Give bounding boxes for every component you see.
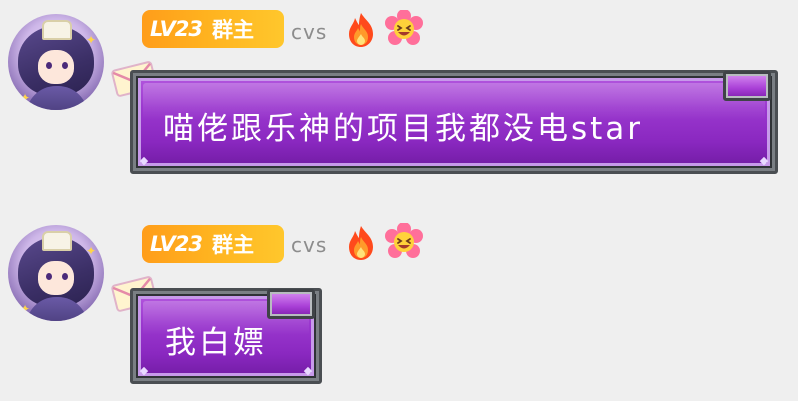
avatar-eye: [62, 273, 68, 280]
level-label: LV23: [150, 17, 203, 41]
avatar-eye: [62, 62, 68, 69]
chat-message: ✦ ✦ LV23 群主 cvs ◆ ◆ 我白嫖: [0, 195, 798, 401]
bubble-gem-decoration: [723, 71, 771, 101]
star-icon: ✦: [20, 91, 31, 105]
star-icon: ✦: [86, 244, 97, 258]
avatar[interactable]: ✦ ✦: [8, 225, 104, 321]
avatar-crown: [42, 20, 72, 40]
avatar-face: [38, 261, 74, 295]
chat-message: ✦ ✦ LV23 群主 cvs ◆ ◆ 喵佬跟乐神的项目我都没电star: [0, 0, 798, 190]
message-text: 我白嫖: [165, 325, 267, 361]
corner-diamond-icon: ◆: [139, 364, 149, 377]
avatar-eye: [46, 273, 52, 280]
avatar-face: [38, 50, 74, 84]
role-label: 群主: [211, 18, 254, 42]
message-text: 喵佬跟乐神的项目我都没电star: [163, 111, 644, 147]
bubble-gem-decoration: [267, 289, 315, 319]
message-bubble[interactable]: ◆ ◆ 喵佬跟乐神的项目我都没电star: [130, 70, 778, 174]
star-icon: ✦: [86, 33, 97, 47]
corner-diamond-icon: ◆: [139, 154, 149, 167]
fire-icon: [349, 13, 373, 47]
corner-diamond-icon: ◆: [759, 154, 769, 167]
flower-emoji-icon: [385, 223, 423, 258]
username[interactable]: cvs: [291, 233, 327, 257]
username[interactable]: cvs: [291, 20, 327, 44]
flower-emoji-icon: [385, 10, 423, 45]
star-icon: ✦: [20, 302, 31, 316]
role-label: 群主: [211, 233, 254, 257]
avatar[interactable]: ✦ ✦: [8, 14, 104, 110]
level-badge: LV23 群主: [142, 10, 284, 48]
level-badge: LV23 群主: [142, 225, 284, 263]
message-bubble[interactable]: ◆ ◆ 我白嫖: [130, 288, 322, 384]
avatar-crown: [42, 231, 72, 251]
level-label: LV23: [150, 232, 203, 256]
corner-diamond-icon: ◆: [303, 364, 313, 377]
avatar-eye: [46, 62, 52, 69]
fire-icon: [349, 226, 373, 260]
